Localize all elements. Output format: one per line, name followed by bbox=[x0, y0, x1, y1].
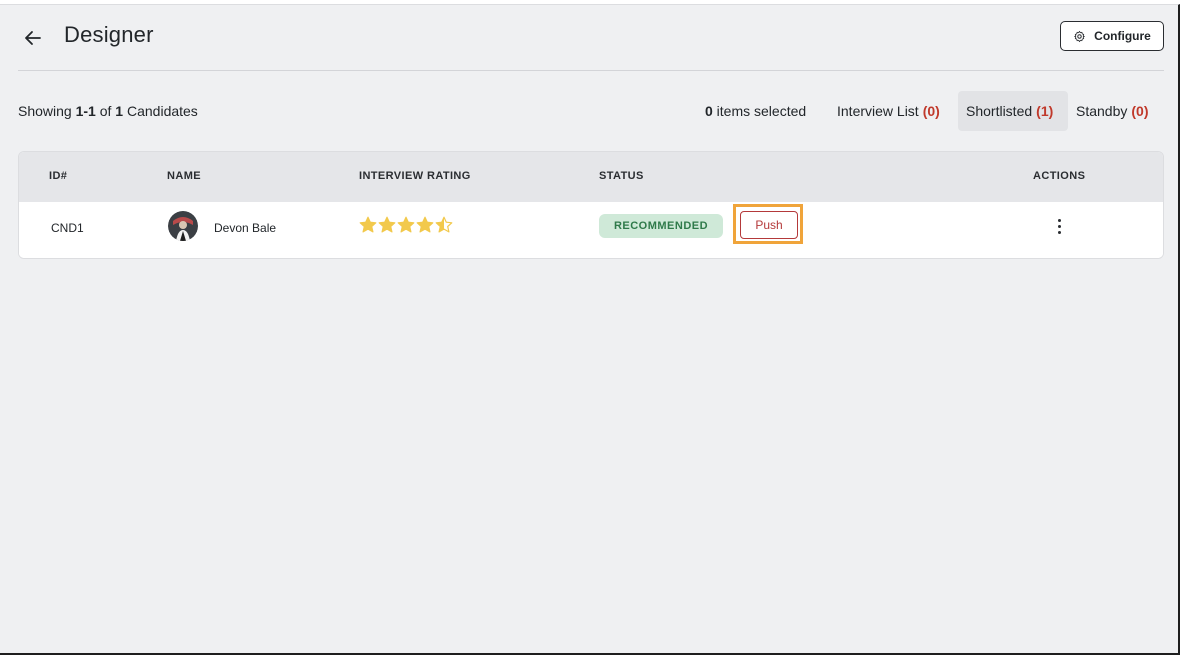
candidate-name[interactable]: Devon Bale bbox=[214, 221, 276, 235]
star-icon bbox=[397, 216, 415, 233]
selected-number: 0 bbox=[705, 103, 713, 119]
selected-label: items selected bbox=[712, 103, 807, 119]
gear-icon bbox=[1074, 30, 1085, 42]
table-header: ID# NAME INTERVIEW RATING STATUS ACTIONS bbox=[19, 152, 1163, 202]
kebab-dot bbox=[1057, 218, 1061, 222]
kebab-dot bbox=[1057, 224, 1061, 228]
list-toolbar: Showing 1-1 of 1 Candidates 0 items sele… bbox=[18, 91, 1164, 131]
tab-label: Standby bbox=[1076, 103, 1128, 119]
rating-stars bbox=[359, 216, 453, 234]
selection-count: 0 items selected bbox=[705, 103, 806, 119]
star-icon bbox=[435, 216, 453, 233]
page-title: Designer bbox=[64, 22, 154, 47]
configure-button[interactable]: Configure bbox=[1060, 21, 1164, 51]
tab-count: (0) bbox=[1131, 103, 1149, 119]
column-id: ID# bbox=[49, 170, 68, 182]
table-row[interactable]: CND1 Devon Bale RECOMMENDED Push bbox=[19, 202, 1163, 258]
tab-count: (0) bbox=[922, 103, 940, 119]
kebab-menu-icon[interactable] bbox=[1047, 214, 1071, 238]
avatar bbox=[168, 211, 198, 241]
summary-total: 1 bbox=[115, 103, 124, 119]
arrow-left-icon bbox=[25, 31, 41, 45]
status-badge: RECOMMENDED bbox=[599, 214, 723, 238]
column-actions: ACTIONS bbox=[1033, 170, 1086, 182]
configure-label: Configure bbox=[1094, 29, 1151, 43]
summary-suffix: Candidates bbox=[123, 103, 198, 119]
star-icon bbox=[359, 216, 377, 233]
summary-of: of bbox=[95, 103, 116, 119]
tab-label: Shortlisted bbox=[966, 103, 1033, 119]
app-frame: Designer Configure Showing 1-1 of 1 Cand… bbox=[0, 4, 1180, 655]
back-button[interactable] bbox=[18, 23, 48, 53]
tab-count: (1) bbox=[1036, 103, 1054, 119]
results-summary: Showing 1-1 of 1 Candidates bbox=[18, 103, 198, 119]
tab-label: Interview List bbox=[837, 103, 919, 119]
tab-interview-list[interactable]: Interview List (0) bbox=[829, 91, 948, 131]
page-header: Designer Configure bbox=[18, 5, 1164, 71]
star-icon bbox=[378, 216, 396, 233]
summary-prefix: Showing bbox=[18, 103, 76, 119]
summary-range: 1-1 bbox=[75, 103, 96, 119]
star-icon bbox=[416, 216, 434, 233]
candidate-id: CND1 bbox=[51, 221, 84, 235]
column-name: NAME bbox=[167, 170, 201, 182]
candidates-table: ID# NAME INTERVIEW RATING STATUS ACTIONS… bbox=[18, 151, 1164, 259]
column-status: STATUS bbox=[599, 170, 644, 182]
tab-shortlisted[interactable]: Shortlisted (1) bbox=[958, 91, 1068, 131]
tab-standby[interactable]: Standby (0) bbox=[1068, 91, 1157, 131]
push-button[interactable]: Push bbox=[740, 211, 798, 239]
column-interview-rating: INTERVIEW RATING bbox=[359, 170, 471, 182]
kebab-dot bbox=[1057, 230, 1061, 234]
